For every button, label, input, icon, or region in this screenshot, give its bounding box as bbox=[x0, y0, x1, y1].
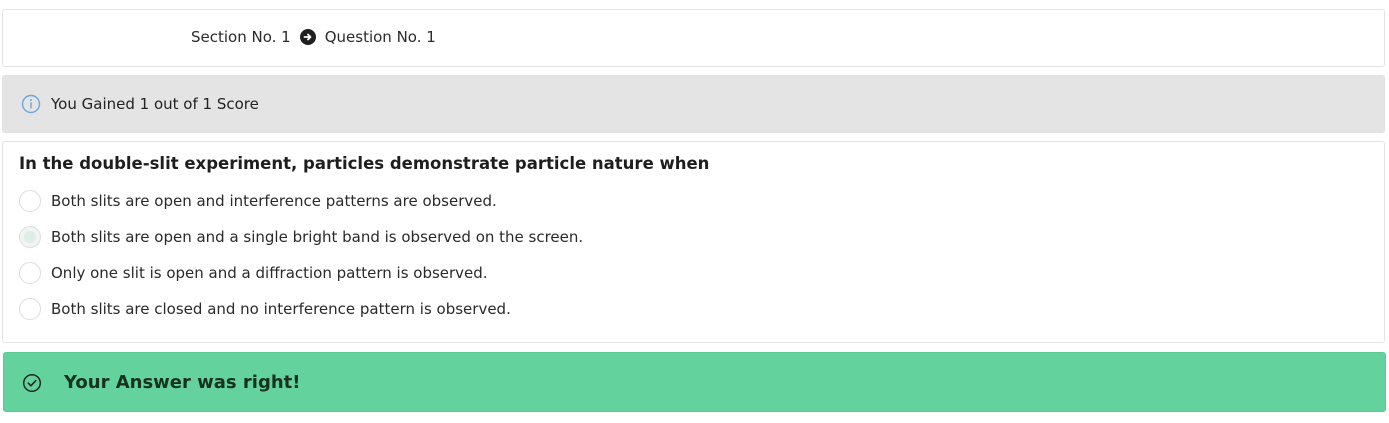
question-title: In the double-slit experiment, particles… bbox=[19, 154, 710, 173]
breadcrumb: Section No. 1 Question No. 1 bbox=[191, 28, 436, 46]
score-text: You Gained 1 out of 1 Score bbox=[51, 95, 259, 113]
result-text: Your Answer was right! bbox=[64, 372, 301, 393]
answer-option-label: Both slits are open and interference pat… bbox=[51, 192, 497, 210]
answer-option[interactable]: Both slits are closed and no interferenc… bbox=[19, 298, 511, 320]
radio-button-selected[interactable] bbox=[19, 226, 41, 248]
breadcrumb-question: Question No. 1 bbox=[324, 28, 436, 46]
check-circle-icon bbox=[22, 373, 42, 393]
answer-option[interactable]: Both slits are open and a single bright … bbox=[19, 226, 583, 248]
result-alert: Your Answer was right! bbox=[3, 352, 1386, 412]
answer-option-label: Both slits are open and a single bright … bbox=[51, 228, 584, 246]
breadcrumb-card: Section No. 1 Question No. 1 bbox=[2, 9, 1385, 67]
info-icon bbox=[21, 94, 41, 114]
answer-option-label: Both slits are closed and no interferenc… bbox=[51, 300, 511, 318]
answer-option-label: Only one slit is open and a diffraction … bbox=[51, 264, 488, 282]
score-alert: You Gained 1 out of 1 Score bbox=[2, 75, 1385, 133]
breadcrumb-section: Section No. 1 bbox=[191, 28, 291, 46]
arrow-right-circle-icon bbox=[299, 29, 316, 45]
radio-dot-icon bbox=[24, 231, 36, 243]
radio-button[interactable] bbox=[19, 298, 41, 320]
answer-option[interactable]: Only one slit is open and a diffraction … bbox=[19, 262, 488, 284]
answer-option[interactable]: Both slits are open and interference pat… bbox=[19, 190, 497, 212]
top-border bbox=[0, 0, 1389, 3]
radio-button[interactable] bbox=[19, 262, 41, 284]
question-card: In the double-slit experiment, particles… bbox=[2, 141, 1385, 343]
radio-button[interactable] bbox=[19, 190, 41, 212]
